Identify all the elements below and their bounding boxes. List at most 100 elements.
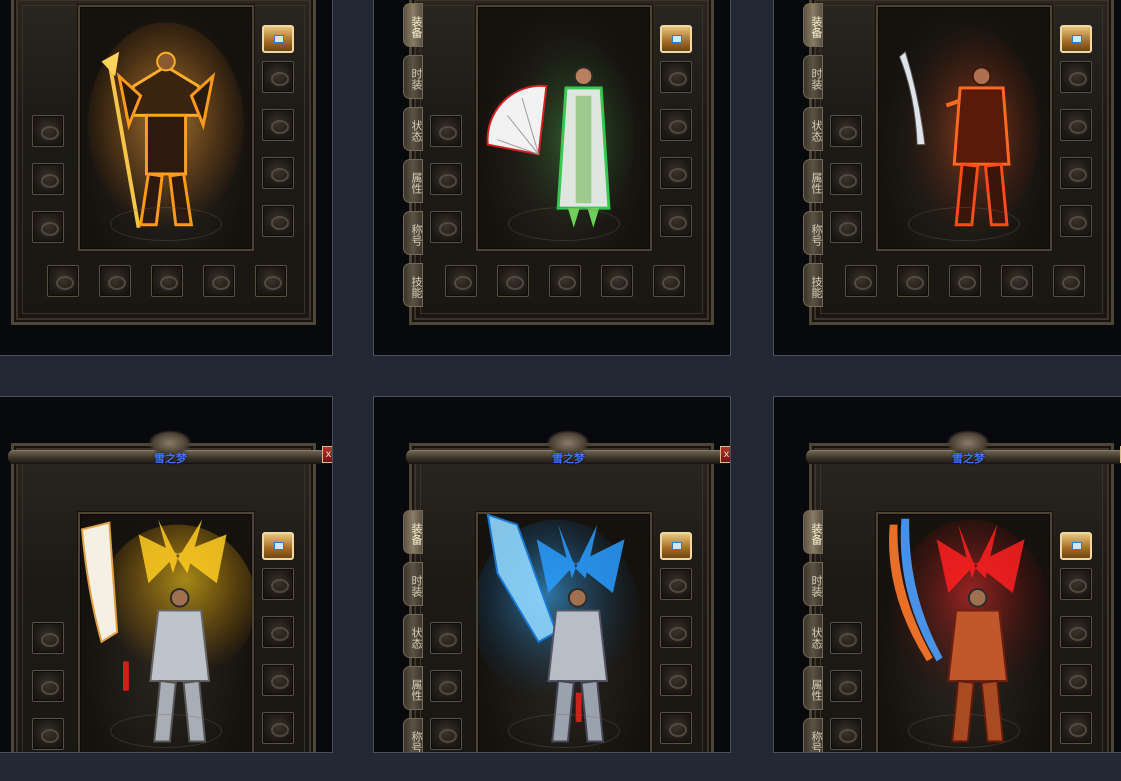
equipment-slot[interactable] <box>262 109 294 141</box>
tab-fashion[interactable]: 时装 <box>403 562 423 606</box>
equipment-slot[interactable] <box>1060 157 1092 189</box>
close-button[interactable]: x <box>322 446 332 463</box>
equipment-slot[interactable] <box>653 265 685 297</box>
window-title: 雪之梦 <box>154 452 187 465</box>
treasure-chest-icon[interactable] <box>660 532 692 560</box>
equipment-slot[interactable] <box>1001 265 1033 297</box>
tab-fashion[interactable]: 时装 <box>403 55 423 99</box>
character-panel <box>11 0 316 325</box>
equipment-slot[interactable] <box>1060 61 1092 93</box>
tab-fashion[interactable]: 时装 <box>803 562 823 606</box>
window-title: 雪之梦 <box>552 452 585 465</box>
equipment-slot[interactable] <box>830 115 862 147</box>
gold-armor-warrior-figure <box>87 22 245 229</box>
equipment-slot[interactable] <box>445 265 477 297</box>
equipment-slot[interactable] <box>262 664 294 696</box>
equipment-slot[interactable] <box>262 61 294 93</box>
equipment-slot[interactable] <box>430 163 462 195</box>
equipment-slot[interactable] <box>1060 664 1092 696</box>
equipment-slot[interactable] <box>262 157 294 189</box>
tab-equipment[interactable]: 装备 <box>803 3 823 47</box>
equipment-slot[interactable] <box>430 622 462 654</box>
equipment-slot[interactable] <box>1060 616 1092 648</box>
tab-equipment[interactable]: 装备 <box>403 510 423 554</box>
tab-fashion[interactable]: 时装 <box>803 55 823 99</box>
character-panel: 雪之梦 x <box>8 430 332 752</box>
tab-attributes[interactable]: 属性 <box>403 159 423 203</box>
tab-equipment[interactable]: 装备 <box>403 3 423 47</box>
equipment-slot[interactable] <box>1060 109 1092 141</box>
treasure-chest-icon[interactable] <box>262 532 294 560</box>
tab-status[interactable]: 状态 <box>403 107 423 151</box>
equipment-slot[interactable] <box>660 205 692 237</box>
tab-titles[interactable]: 称号 <box>403 718 423 752</box>
equipment-slot[interactable] <box>1060 205 1092 237</box>
treasure-chest-icon[interactable] <box>1060 532 1092 560</box>
equipment-slot[interactable] <box>660 109 692 141</box>
equipment-slot[interactable] <box>830 211 862 243</box>
equipment-slot[interactable] <box>1053 265 1085 297</box>
treasure-chest-icon[interactable] <box>1060 25 1092 53</box>
equipment-slot[interactable] <box>497 265 529 297</box>
equipment-slot[interactable] <box>32 163 64 195</box>
equipment-slot[interactable] <box>32 115 64 147</box>
equipment-slot[interactable] <box>262 568 294 600</box>
tab-equipment[interactable]: 装备 <box>803 510 823 554</box>
equipment-slot[interactable] <box>601 265 633 297</box>
tab-skills[interactable]: 技能 <box>403 263 423 307</box>
tab-titles[interactable]: 称号 <box>803 211 823 255</box>
character-portrait <box>476 5 652 251</box>
equipment-slot[interactable] <box>660 616 692 648</box>
equipment-slot[interactable] <box>262 712 294 744</box>
equipment-card-5: 雪之梦 x 装备 时装 状态 属性 称号 <box>373 396 731 753</box>
equipment-card-3: 装备 时装 状态 属性 称号 技能 <box>773 0 1121 356</box>
equipment-slot[interactable] <box>32 718 64 750</box>
equipment-slot[interactable] <box>660 712 692 744</box>
tab-attributes[interactable]: 属性 <box>403 666 423 710</box>
equipment-slot[interactable] <box>430 718 462 750</box>
equipment-card-1 <box>0 0 333 356</box>
equipment-slot[interactable] <box>47 265 79 297</box>
equipment-slot[interactable] <box>151 265 183 297</box>
tab-titles[interactable]: 称号 <box>803 718 823 752</box>
equipment-slot[interactable] <box>255 265 287 297</box>
close-button[interactable]: x <box>720 446 730 463</box>
equipment-slot[interactable] <box>32 670 64 702</box>
equipment-slot[interactable] <box>262 616 294 648</box>
side-tabs: 装备 时装 状态 属性 称号 <box>403 510 423 752</box>
equipment-slot[interactable] <box>830 163 862 195</box>
equipment-slot[interactable] <box>830 622 862 654</box>
equipment-slot[interactable] <box>430 211 462 243</box>
equipment-slot[interactable] <box>262 205 294 237</box>
tab-attributes[interactable]: 属性 <box>803 666 823 710</box>
equipment-slot[interactable] <box>32 211 64 243</box>
tab-skills[interactable]: 技能 <box>803 263 823 307</box>
tab-status[interactable]: 状态 <box>803 107 823 151</box>
equipment-slot[interactable] <box>430 670 462 702</box>
equipment-slot[interactable] <box>1060 712 1092 744</box>
equipment-slot[interactable] <box>830 670 862 702</box>
equipment-slot[interactable] <box>1060 568 1092 600</box>
equipment-slot[interactable] <box>430 115 462 147</box>
equipment-slot[interactable] <box>203 265 235 297</box>
window-title-bar: 雪之梦 x <box>406 430 730 470</box>
window-title-bar: 雪之梦 x <box>806 430 1121 470</box>
tab-attributes[interactable]: 属性 <box>803 159 823 203</box>
tab-status[interactable]: 状态 <box>803 614 823 658</box>
equipment-slot[interactable] <box>660 157 692 189</box>
equipment-slot[interactable] <box>949 265 981 297</box>
treasure-chest-icon[interactable] <box>262 25 294 53</box>
equipment-slot[interactable] <box>660 664 692 696</box>
side-tabs: 装备 时装 状态 属性 称号 技能 <box>803 3 823 315</box>
tab-status[interactable]: 状态 <box>403 614 423 658</box>
equipment-slot[interactable] <box>99 265 131 297</box>
tab-titles[interactable]: 称号 <box>403 211 423 255</box>
equipment-slot[interactable] <box>845 265 877 297</box>
equipment-slot[interactable] <box>897 265 929 297</box>
treasure-chest-icon[interactable] <box>660 25 692 53</box>
equipment-slot[interactable] <box>32 622 64 654</box>
equipment-slot[interactable] <box>660 568 692 600</box>
equipment-slot[interactable] <box>830 718 862 750</box>
equipment-slot[interactable] <box>660 61 692 93</box>
equipment-slot[interactable] <box>549 265 581 297</box>
